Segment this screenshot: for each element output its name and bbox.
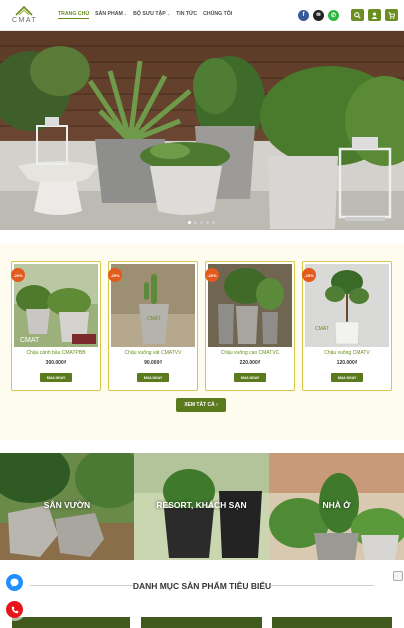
nav-item-about[interactable]: CHÚNG TÔI — [203, 11, 232, 19]
product-price: 220.000₫ — [239, 360, 261, 366]
product-image[interactable]: CMAT — [111, 264, 195, 347]
featured-section: DANH MỤC SẢN PHẨM TIÊU BIỂU — [0, 560, 404, 628]
product-card[interactable]: -20% Chậu vuông cao CMATVC 220.000₫ MUA … — [205, 261, 295, 391]
phone-icon[interactable]: ✆ — [328, 9, 339, 21]
slider-dot[interactable] — [194, 221, 197, 224]
hero-banner[interactable] — [0, 31, 404, 230]
category-house[interactable]: NHÀ Ở — [269, 453, 404, 560]
slider-dot[interactable] — [188, 221, 191, 224]
nav-label: SẢN PHẨM — [95, 11, 123, 17]
call-icon[interactable] — [6, 601, 23, 618]
nav-label: TRANG CHỦ — [58, 11, 90, 17]
buy-now-button[interactable]: MUA NGAY — [40, 373, 72, 382]
chevron-down-icon: ⌄ — [123, 11, 128, 16]
svg-text:CMAT: CMAT — [20, 337, 40, 344]
logo-text: CMAT — [12, 17, 38, 24]
cart-icon[interactable] — [385, 9, 398, 21]
category-label: NHÀ Ở — [322, 500, 351, 510]
product-name[interactable]: Chậu cảnh bầu CMATPBB — [12, 350, 100, 356]
featured-tab[interactable] — [12, 617, 130, 628]
product-image[interactable]: CMAT — [305, 264, 389, 347]
site-header: CMAT TRANG CHỦ SẢN PHẨM⌄ BỘ SƯU TẬP⌄ TIN… — [0, 0, 404, 31]
featured-tab[interactable] — [141, 617, 262, 628]
divider — [270, 585, 374, 586]
product-image[interactable]: CMAT — [14, 264, 98, 347]
product-card[interactable]: CMAT -25% Chậu vuông CMATV 120.000₫ MUA … — [302, 261, 392, 391]
category-resort[interactable]: RESORT, KHÁCH SẠN — [134, 453, 269, 560]
view-all-label: XEM TẤT CẢ — [184, 402, 215, 408]
nav-label: TIN TỨC — [176, 11, 198, 17]
svg-text:CMAT: CMAT — [147, 316, 161, 322]
category-banners: SÂN VƯỜN RESORT, KHÁCH SẠN NHÀ Ở — [0, 453, 404, 560]
product-price: 120.000₫ — [336, 360, 358, 366]
buy-now-button[interactable]: MUA NGAY — [234, 373, 266, 382]
discount-badge: -20% — [205, 268, 219, 282]
view-all-button[interactable]: XEM TẤT CẢ › — [176, 398, 226, 412]
product-price: 90.000₫ — [144, 360, 162, 366]
product-card[interactable]: CMAT -20% Chậu cảnh bầu CMATPBB 300.000₫… — [11, 261, 101, 391]
discount-badge: -20% — [11, 268, 25, 282]
nav-item-news[interactable]: TIN TỨC — [176, 11, 197, 19]
product-name[interactable]: Chậu vuông vát CMATVV — [109, 350, 197, 356]
main-nav: TRANG CHỦ SẢN PHẨM⌄ BỘ SƯU TẬP⌄ TIN TỨC … — [58, 11, 232, 19]
nav-item-products[interactable]: SẢN PHẨM⌄ — [95, 11, 127, 19]
svg-text:CMAT: CMAT — [315, 326, 329, 332]
email-icon[interactable]: ✉ — [313, 9, 324, 21]
facebook-icon[interactable]: f — [298, 9, 309, 21]
arrow-right-icon: › — [216, 402, 218, 408]
slider-dot[interactable] — [212, 221, 215, 224]
category-label: SÂN VƯỜN — [43, 500, 91, 510]
account-icon[interactable] — [368, 9, 381, 21]
slider-dot[interactable] — [200, 221, 203, 224]
hero-image — [0, 45, 404, 230]
nav-item-home[interactable]: TRANG CHỦ — [58, 11, 90, 19]
featured-title: DANH MỤC SẢN PHẨM TIÊU BIỂU — [132, 581, 272, 591]
slider-dots — [188, 221, 215, 224]
product-price: 300.000₫ — [45, 360, 67, 366]
header-icons: f ✉ ✆ — [298, 9, 398, 21]
nav-label: CHÚNG TÔI — [203, 11, 233, 17]
messenger-icon[interactable] — [6, 574, 23, 591]
chevron-down-icon: ⌄ — [166, 11, 171, 16]
page: CMAT TRANG CHỦ SẢN PHẨM⌄ BỘ SƯU TẬP⌄ TIN… — [0, 0, 404, 628]
product-name[interactable]: Chậu vuông cao CMATVC — [206, 350, 294, 356]
featured-tab[interactable] — [272, 617, 392, 628]
category-label: RESORT, KHÁCH SẠN — [156, 500, 247, 510]
discount-badge: -25% — [302, 268, 316, 282]
nav-item-collections[interactable]: BỘ SƯU TẬP⌄ — [133, 11, 170, 19]
product-name[interactable]: Chậu vuông CMATV — [303, 350, 391, 356]
product-section: CMAT -20% Chậu cảnh bầu CMATPBB 300.000₫… — [0, 244, 404, 440]
product-card[interactable]: CMAT -20% Chậu vuông vát CMATVV 90.000₫ … — [108, 261, 198, 391]
discount-badge: -20% — [108, 268, 122, 282]
slider-dot[interactable] — [206, 221, 209, 224]
buy-now-button[interactable]: MUA NGAY — [331, 373, 363, 382]
chat-widget-icon[interactable] — [393, 571, 403, 581]
logo[interactable]: CMAT — [8, 4, 50, 26]
nav-label: BỘ SƯU TẬP — [133, 11, 166, 17]
buy-now-button[interactable]: MUA NGAY — [137, 373, 169, 382]
category-garden[interactable]: SÂN VƯỜN — [0, 453, 134, 560]
product-image[interactable] — [208, 264, 292, 347]
search-icon[interactable] — [351, 9, 364, 21]
